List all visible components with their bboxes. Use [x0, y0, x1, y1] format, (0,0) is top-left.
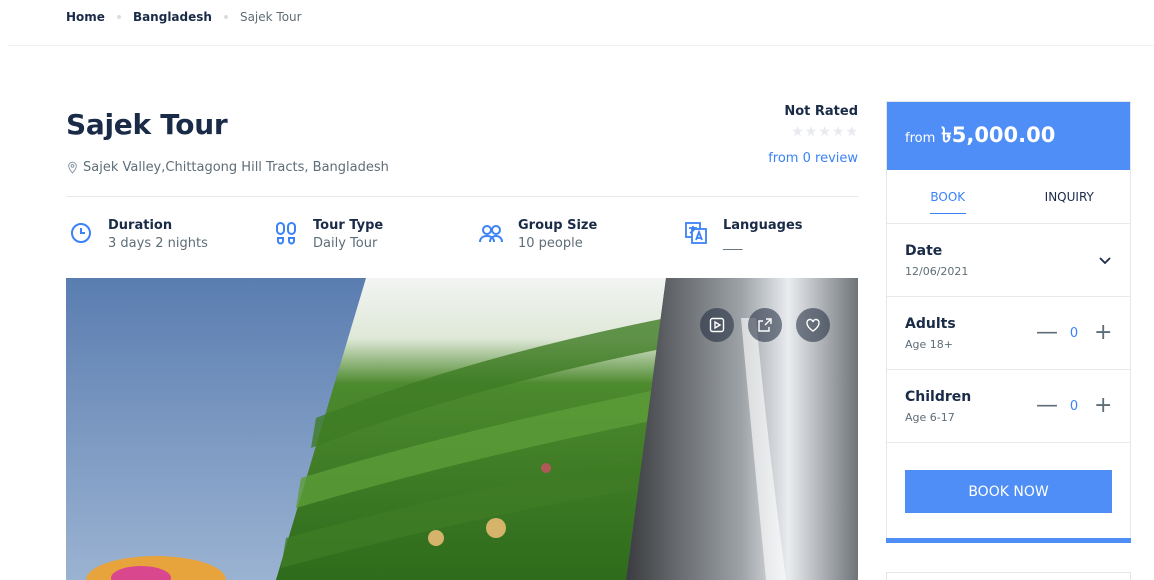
- location-text: Sajek Valley,Chittagong Hill Tracts, Ban…: [83, 160, 389, 175]
- adults-stepper: — 0 +: [1036, 322, 1112, 344]
- date-label: Date: [905, 242, 943, 259]
- breadcrumb-bangladesh[interactable]: Bangladesh: [133, 10, 212, 24]
- meta-label: Languages: [723, 218, 803, 233]
- meta-value: Daily Tour: [313, 236, 378, 251]
- star-icon: ★: [845, 124, 858, 140]
- adults-label: Adults: [905, 315, 956, 332]
- star-icon: ★: [818, 124, 831, 140]
- booking-panel: from ৳5,000.00 BOOK INQUIRY Date 12/06/2…: [886, 101, 1131, 543]
- breadcrumb-separator: [116, 15, 121, 19]
- map-pin-icon: [68, 161, 77, 174]
- children-plus-button[interactable]: +: [1094, 395, 1112, 417]
- tab-book[interactable]: BOOK: [887, 190, 1009, 204]
- price-from-label: from: [905, 130, 936, 146]
- meta-value: ___: [723, 236, 743, 251]
- children-count: 0: [1069, 398, 1079, 414]
- share-icon[interactable]: [748, 308, 782, 342]
- date-picker[interactable]: Date 12/06/2021: [887, 224, 1130, 297]
- adults-age: Age 18+: [905, 337, 953, 351]
- book-now-button[interactable]: BOOK NOW: [905, 470, 1112, 513]
- star-icon: ★: [791, 124, 804, 140]
- translate-icon: [681, 218, 711, 248]
- header-divider: [8, 45, 1154, 46]
- gallery-actions: [700, 308, 830, 342]
- clock-icon: [66, 218, 96, 248]
- meta-duration: Duration 3 days 2 nights: [66, 218, 208, 251]
- meta-tour-type: Tour Type Daily Tour: [271, 218, 383, 251]
- breadcrumb: Home Bangladesh Sajek Tour: [66, 10, 302, 24]
- tab-inquiry[interactable]: INQUIRY: [1009, 190, 1131, 204]
- meta-languages: Languages ___: [681, 218, 803, 251]
- children-label: Children: [905, 388, 972, 405]
- star-icon: ★: [831, 124, 845, 140]
- panel-accent-bar: [886, 538, 1131, 543]
- title-divider: [66, 196, 858, 197]
- heart-icon[interactable]: [796, 308, 830, 342]
- booking-tabs: BOOK INQUIRY: [887, 170, 1130, 224]
- adults-minus-button[interactable]: —: [1036, 322, 1058, 344]
- star-icon: ★: [804, 124, 818, 140]
- meta-value: 3 days 2 nights: [108, 236, 208, 251]
- video-icon[interactable]: [700, 308, 734, 342]
- children-age: Age 6-17: [905, 410, 955, 424]
- adults-count: 0: [1069, 325, 1079, 341]
- breadcrumb-separator: [223, 15, 228, 19]
- chevron-down-icon[interactable]: [1098, 253, 1112, 267]
- secondary-panel: [886, 572, 1131, 580]
- page-title: Sajek Tour: [66, 108, 228, 141]
- breadcrumb-home[interactable]: Home: [66, 10, 105, 24]
- reviews-link[interactable]: from 0 review: [768, 151, 858, 166]
- tour-gallery-image[interactable]: [66, 278, 858, 580]
- rating-block: Not Rated ★ ★ ★ ★ ★ from 0 review: [768, 104, 858, 166]
- footprints-icon: [271, 218, 301, 248]
- meta-label: Duration: [108, 218, 173, 233]
- rating-label: Not Rated: [784, 104, 858, 119]
- date-value: 12/06/2021: [905, 264, 969, 278]
- meta-value: 10 people: [518, 236, 583, 251]
- people-icon: [476, 218, 506, 248]
- children-stepper: — 0 +: [1036, 395, 1112, 417]
- price-amount: ৳5,000.00: [941, 122, 1056, 147]
- meta-group-size: Group Size 10 people: [476, 218, 597, 251]
- star-rating: ★ ★ ★ ★ ★: [768, 125, 858, 139]
- adults-row: Adults Age 18+ — 0 +: [887, 297, 1130, 370]
- price-header: from ৳5,000.00: [887, 102, 1130, 170]
- adults-plus-button[interactable]: +: [1094, 322, 1112, 344]
- meta-label: Group Size: [518, 218, 598, 233]
- tour-location: Sajek Valley,Chittagong Hill Tracts, Ban…: [66, 160, 389, 175]
- children-minus-button[interactable]: —: [1036, 395, 1058, 417]
- children-row: Children Age 6-17 — 0 +: [887, 370, 1130, 443]
- meta-label: Tour Type: [313, 218, 384, 233]
- breadcrumb-current: Sajek Tour: [239, 10, 302, 24]
